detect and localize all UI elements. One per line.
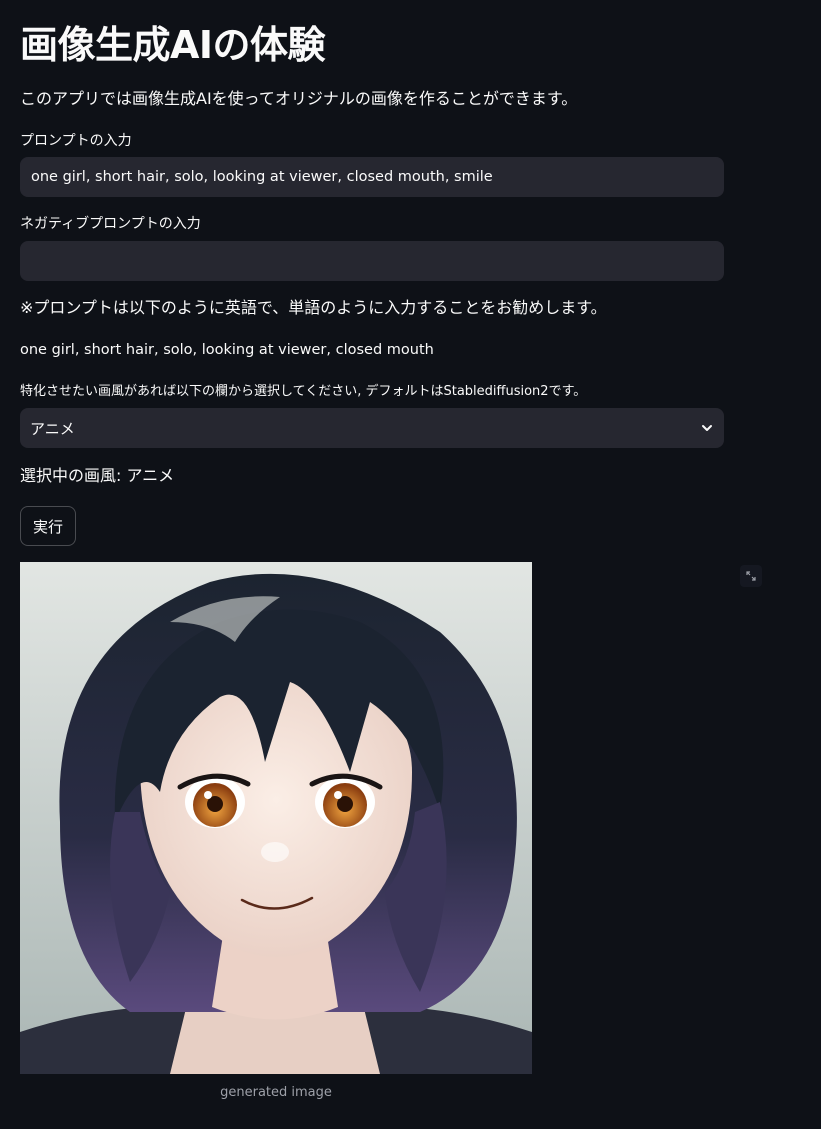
negative-prompt-input[interactable] — [20, 241, 724, 281]
prompt-guidance-note: ※プロンプトは以下のように英語で、単語のように入力することをお勧めします。 — [20, 298, 607, 317]
intro-text: このアプリでは画像生成AIを使ってオリジナルの画像を作ることができます。 — [20, 89, 578, 108]
selected-style-text: 選択中の画風: アニメ — [20, 466, 175, 485]
run-button[interactable]: 実行 — [20, 506, 77, 546]
prompt-label: プロンプトの入力 — [20, 133, 132, 149]
app-page: 画像生成AIの体験 このアプリでは画像生成AIを使ってオリジナルの画像を作ること… — [0, 0, 821, 1129]
expand-icon[interactable] — [740, 565, 762, 587]
style-select[interactable]: アニメ — [20, 408, 724, 448]
prompt-example: one girl, short hair, solo, looking at v… — [20, 342, 434, 358]
negative-prompt-label: ネガティブプロンプトの入力 — [20, 216, 201, 232]
chevron-down-icon — [700, 421, 714, 435]
generated-image — [20, 562, 532, 1074]
style-select-label: 特化させたい画風があれば以下の欄から選択してください, デフォルトはStable… — [20, 384, 587, 399]
image-caption: generated image — [220, 1085, 332, 1100]
page-title: 画像生成AIの体験 — [20, 23, 326, 67]
prompt-input[interactable] — [20, 157, 724, 197]
style-select-value: アニメ — [30, 419, 75, 438]
